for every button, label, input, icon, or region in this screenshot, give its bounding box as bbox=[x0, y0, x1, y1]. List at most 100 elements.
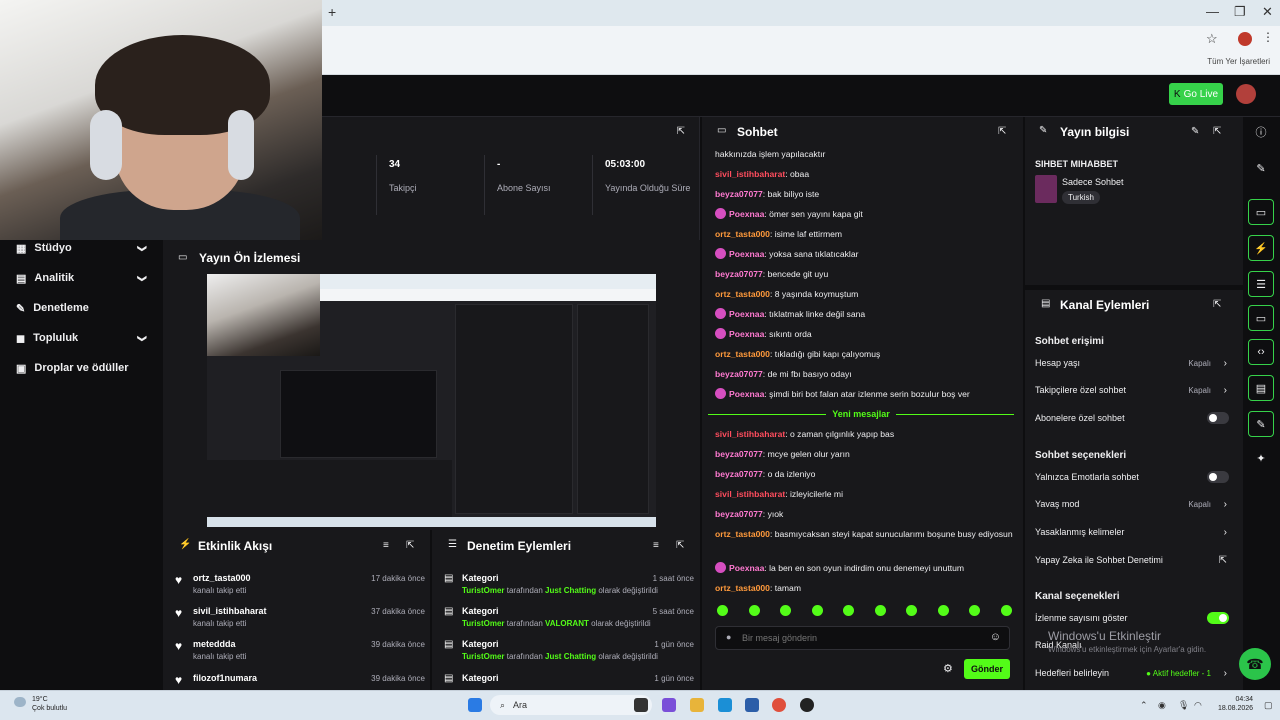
bookmark-star-icon[interactable]: ☆ bbox=[1206, 31, 1218, 47]
activity-user[interactable]: filozof1numara bbox=[193, 673, 257, 683]
emote-icon[interactable] bbox=[780, 605, 792, 616]
chat-input[interactable] bbox=[742, 630, 972, 646]
info-icon[interactable]: ⓘ bbox=[1248, 119, 1274, 145]
new-tab-button[interactable]: + bbox=[328, 4, 336, 20]
setting-row[interactable]: İzlenme sayısını göster bbox=[1035, 610, 1229, 626]
lightning-icon[interactable]: ⚡ bbox=[1248, 235, 1274, 261]
chat-username[interactable]: ortz_tasta000 bbox=[715, 529, 770, 539]
go-live-button[interactable]: K Go Live bbox=[1169, 83, 1223, 105]
filter-icon[interactable]: ≡ bbox=[653, 540, 659, 551]
activity-user[interactable]: ortz_tasta000 bbox=[193, 573, 251, 583]
popout-icon[interactable]: ⇱ bbox=[677, 126, 685, 137]
weather-widget[interactable]: 19°C Çok bulutlu bbox=[14, 695, 67, 713]
emote-icon[interactable] bbox=[874, 605, 886, 616]
all-bookmarks-link[interactable]: Tüm Yer İşaretleri bbox=[1207, 57, 1270, 66]
activity-user[interactable]: meteddda bbox=[193, 639, 236, 649]
obs-icon[interactable] bbox=[800, 698, 814, 712]
toggle-switch[interactable] bbox=[1207, 612, 1229, 624]
toggle-switch[interactable] bbox=[1207, 471, 1229, 483]
tray-expand-icon[interactable]: ⌃ bbox=[1140, 700, 1148, 711]
popout-icon[interactable]: ⇱ bbox=[1213, 126, 1221, 137]
setting-row[interactable]: Yavaş mod Kapalı › bbox=[1035, 496, 1229, 512]
sidebar-item-community[interactable]: ◼ Topluluk ❯ bbox=[16, 328, 148, 348]
chat-username[interactable]: sivil_istihbaharat bbox=[715, 429, 785, 439]
chat-username[interactable]: beyza07077 bbox=[715, 369, 763, 379]
chat-input-box[interactable]: ● ☺ bbox=[715, 626, 1010, 650]
stats-icon[interactable]: ▭ bbox=[1248, 199, 1274, 225]
popout-icon[interactable]: ⇱ bbox=[676, 540, 684, 551]
wifi-icon[interactable]: ◠ bbox=[1194, 700, 1202, 711]
emoji-icon[interactable]: ☺ bbox=[990, 631, 1001, 643]
taskbar-search[interactable]: ⌕ Ara bbox=[490, 695, 652, 715]
minimize-button[interactable]: — bbox=[1206, 4, 1219, 19]
emote-icon[interactable] bbox=[937, 605, 949, 616]
windows-start-icon[interactable] bbox=[468, 698, 482, 712]
file-explorer-icon[interactable] bbox=[690, 698, 704, 712]
list-icon[interactable]: ☰ bbox=[1248, 271, 1274, 297]
activity-user[interactable]: sivil_istihbaharat bbox=[193, 606, 267, 616]
taskbar-clock[interactable]: 04:34 18.08.2026 bbox=[1218, 695, 1253, 713]
gear-icon[interactable]: ⚙ bbox=[943, 662, 953, 675]
setting-row[interactable]: Hesap yaşı Kapalı › bbox=[1035, 355, 1229, 371]
chat-username[interactable]: beyza07077 bbox=[715, 189, 763, 199]
sidebar-item-studio[interactable]: ▦ Stüdyo ❯ bbox=[16, 238, 148, 258]
sidebar-item-analytics[interactable]: ▤ Analitik ❯ bbox=[16, 268, 148, 288]
chat-icon[interactable]: ▭ bbox=[1248, 305, 1274, 331]
toggle-switch[interactable] bbox=[1207, 412, 1229, 424]
audit-user[interactable]: TuristOmer bbox=[462, 586, 505, 595]
chat-username[interactable]: beyza07077 bbox=[715, 269, 763, 279]
browser-menu-icon[interactable]: ⋮ bbox=[1262, 30, 1274, 44]
audit-user[interactable]: TuristOmer bbox=[462, 619, 505, 628]
copilot-icon[interactable] bbox=[662, 698, 676, 712]
chat-username[interactable]: Poexnaa bbox=[729, 309, 764, 319]
code-icon[interactable]: ‹› bbox=[1248, 339, 1274, 365]
send-button[interactable]: Gönder bbox=[964, 659, 1010, 679]
chat-username[interactable]: beyza07077 bbox=[715, 509, 763, 519]
popout-icon[interactable]: ⇱ bbox=[1213, 299, 1221, 310]
chat-username[interactable]: beyza07077 bbox=[715, 449, 763, 459]
sidebar-item-drops[interactable]: ▣ Droplar ve ödüller bbox=[16, 358, 146, 378]
avatar[interactable] bbox=[1236, 84, 1256, 104]
task-view-icon[interactable] bbox=[634, 698, 648, 712]
notification-icon[interactable]: ▢ bbox=[1264, 700, 1273, 711]
setting-row[interactable]: Hedefleri belirleyin ● Aktif hedefler - 1… bbox=[1035, 665, 1229, 681]
puzzle-icon[interactable]: ✦ bbox=[1248, 445, 1274, 471]
setting-row[interactable]: Yasaklanmış kelimeler › bbox=[1035, 524, 1229, 540]
emote-icon[interactable] bbox=[717, 605, 728, 616]
emote-icon[interactable] bbox=[811, 605, 823, 616]
chat-username[interactable]: sivil_istihbaharat bbox=[715, 489, 785, 499]
network-icon[interactable]: ◉ bbox=[1158, 700, 1166, 711]
popout-icon[interactable]: ⇱ bbox=[998, 126, 1006, 137]
chrome-icon[interactable] bbox=[772, 698, 786, 712]
chat-username[interactable]: beyza07077 bbox=[715, 469, 763, 479]
popout-icon[interactable]: ⇱ bbox=[406, 540, 414, 551]
sidebar-item-moderation[interactable]: ✎ Denetleme bbox=[16, 298, 146, 318]
setting-row[interactable]: Abonelere özel sohbet bbox=[1035, 410, 1229, 426]
audit-user[interactable]: TuristOmer bbox=[462, 652, 505, 661]
chat-username[interactable]: Poexnaa bbox=[729, 329, 764, 339]
wrench-icon[interactable]: ✎ bbox=[1248, 411, 1274, 437]
microphone-icon[interactable]: 🎙 bbox=[1178, 700, 1189, 711]
chat-username[interactable]: Poexnaa bbox=[729, 563, 764, 573]
chat-username[interactable]: sivil_istihbaharat bbox=[715, 169, 785, 179]
edit-icon[interactable]: ✎ bbox=[1191, 126, 1199, 137]
channel-icon[interactable]: ▤ bbox=[1248, 375, 1274, 401]
chat-username[interactable]: ortz_tasta000 bbox=[715, 289, 770, 299]
chat-username[interactable]: ortz_tasta000 bbox=[715, 229, 770, 239]
emote-icon[interactable] bbox=[843, 605, 855, 616]
chat-username[interactable]: ortz_tasta000 bbox=[715, 583, 770, 593]
store-icon[interactable] bbox=[745, 698, 759, 712]
setting-row[interactable]: Takipçilere özel sohbet Kapalı › bbox=[1035, 382, 1229, 398]
chat-username[interactable]: ortz_tasta000 bbox=[715, 349, 770, 359]
chat-username[interactable]: Poexnaa bbox=[729, 389, 764, 399]
edge-icon[interactable] bbox=[718, 698, 732, 712]
stream-preview-video[interactable] bbox=[207, 274, 656, 527]
filter-icon[interactable]: ≡ bbox=[383, 540, 389, 551]
setting-row[interactable]: Yapay Zeka ile Sohbet Denetimi ⇱ bbox=[1035, 552, 1229, 568]
emote-icon[interactable] bbox=[748, 605, 760, 616]
extension-icon[interactable] bbox=[1238, 32, 1252, 46]
pencil-icon[interactable]: ✎ bbox=[1248, 155, 1274, 181]
setting-row[interactable]: Yalnızca Emotlarla sohbet bbox=[1035, 469, 1229, 485]
emote-icon[interactable] bbox=[906, 605, 918, 616]
category-name[interactable]: Sadece Sohbet bbox=[1062, 177, 1124, 187]
